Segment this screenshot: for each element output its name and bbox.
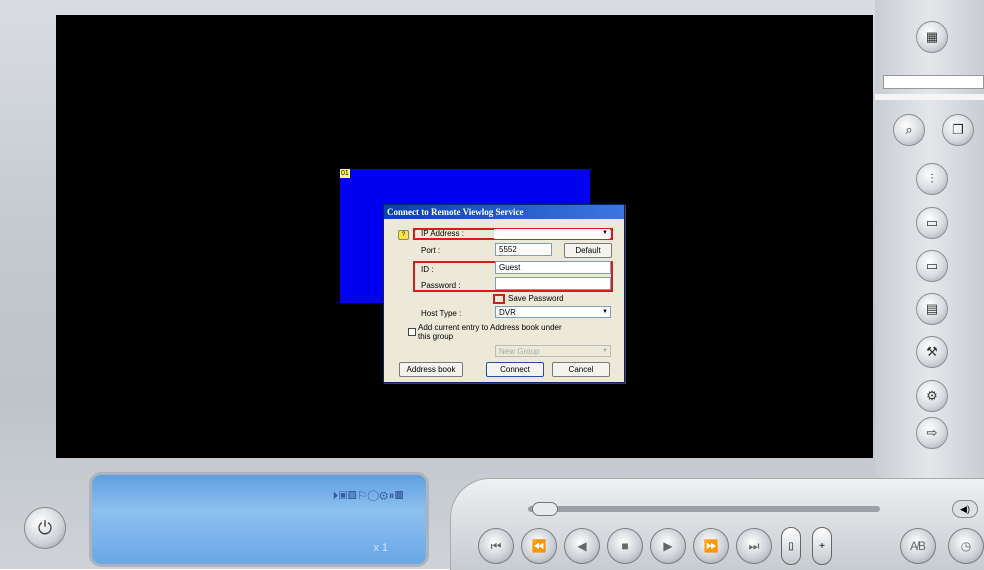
default-button[interactable]: Default [564,243,612,258]
playback-slider[interactable] [528,506,880,512]
help-icon[interactable]: ? [398,230,409,240]
dialog-title: Connect to Remote Viewlog Service [384,205,624,219]
slider-thumb[interactable] [532,502,558,516]
add-entry-label-1: Add current entry to Address book under [418,323,562,332]
lcd-status-icons: ⏵▣▤⚐◯⚙⏸▦ [332,490,404,502]
speed-up-icon[interactable]: + [812,527,832,565]
play-icon[interactable]: ▶ [650,528,686,564]
id-label: ID : [421,265,434,274]
connect-button[interactable]: Connect [486,362,544,377]
camera-icon[interactable]: ▦ [916,21,948,53]
chevron-down-icon[interactable]: ▼ [600,347,610,356]
password-field[interactable] [495,277,611,290]
chevron-down-icon[interactable]: ▼ [600,308,610,317]
volume-icon[interactable]: ◀) [952,500,978,518]
port-label: Port : [421,246,441,255]
power-icon: ⏻ [37,517,53,538]
ip-label: IP Address : [421,229,464,238]
export-icon[interactable]: ⇨ [916,417,948,449]
equalizer-icon[interactable]: ⫶ [916,163,948,195]
save-avi-icon[interactable]: ▭ [916,207,948,239]
print-icon[interactable]: ▤ [916,293,948,325]
status-lcd: ⏵▣▤⚐◯⚙⏸▦ x 1 [89,472,429,567]
add-entry-label-2: this group [418,332,454,341]
side-divider [875,94,984,100]
stop-icon[interactable]: ■ [607,528,643,564]
clock-icon[interactable]: ◷ [948,528,984,564]
settings-icon[interactable]: ⚙ [916,380,948,412]
connect-dialog: Connect to Remote Viewlog Service ? IP A… [383,204,625,383]
chevron-down-icon[interactable]: ▼ [600,229,610,238]
last-icon[interactable]: ⏭ [736,528,772,564]
copy-icon[interactable]: ❐ [942,114,974,146]
host-type-label: Host Type : [421,309,462,318]
channel-label: 01 [340,169,350,178]
save-password-checkbox[interactable] [493,294,505,304]
host-type-select[interactable]: DVR ▼ [495,306,611,318]
first-icon[interactable]: ⏮ [478,528,514,564]
power-button[interactable]: ⏻ [24,507,66,549]
playback-speed: x 1 [373,542,388,554]
group-value: New Group [499,347,540,356]
group-select[interactable]: New Group ▼ [495,345,611,357]
id-field[interactable]: Guest [495,261,611,274]
ip-address-combo[interactable]: ▼ [494,229,610,239]
password-label: Password : [421,281,461,290]
ab-repeat-icon[interactable]: A̸B [900,528,936,564]
search-icon[interactable]: ⌕ [893,114,925,146]
cancel-button[interactable]: Cancel [552,362,610,377]
save-dsp-icon[interactable]: ▭ [916,250,948,282]
port-field[interactable]: 5552 [495,243,552,256]
save-password-label: Save Password [508,294,564,303]
host-type-value: DVR [499,308,516,317]
forward-icon[interactable]: ⏩ [693,528,729,564]
speed-down-icon[interactable]: ▯ [781,527,801,565]
add-entry-checkbox[interactable] [408,328,416,336]
prev-icon[interactable]: ⏪ [521,528,557,564]
tools-icon[interactable]: ⚒ [916,336,948,368]
address-book-button[interactable]: Address book [399,362,463,377]
side-display-strip [883,75,984,89]
rewind-icon[interactable]: ◀ [564,528,600,564]
